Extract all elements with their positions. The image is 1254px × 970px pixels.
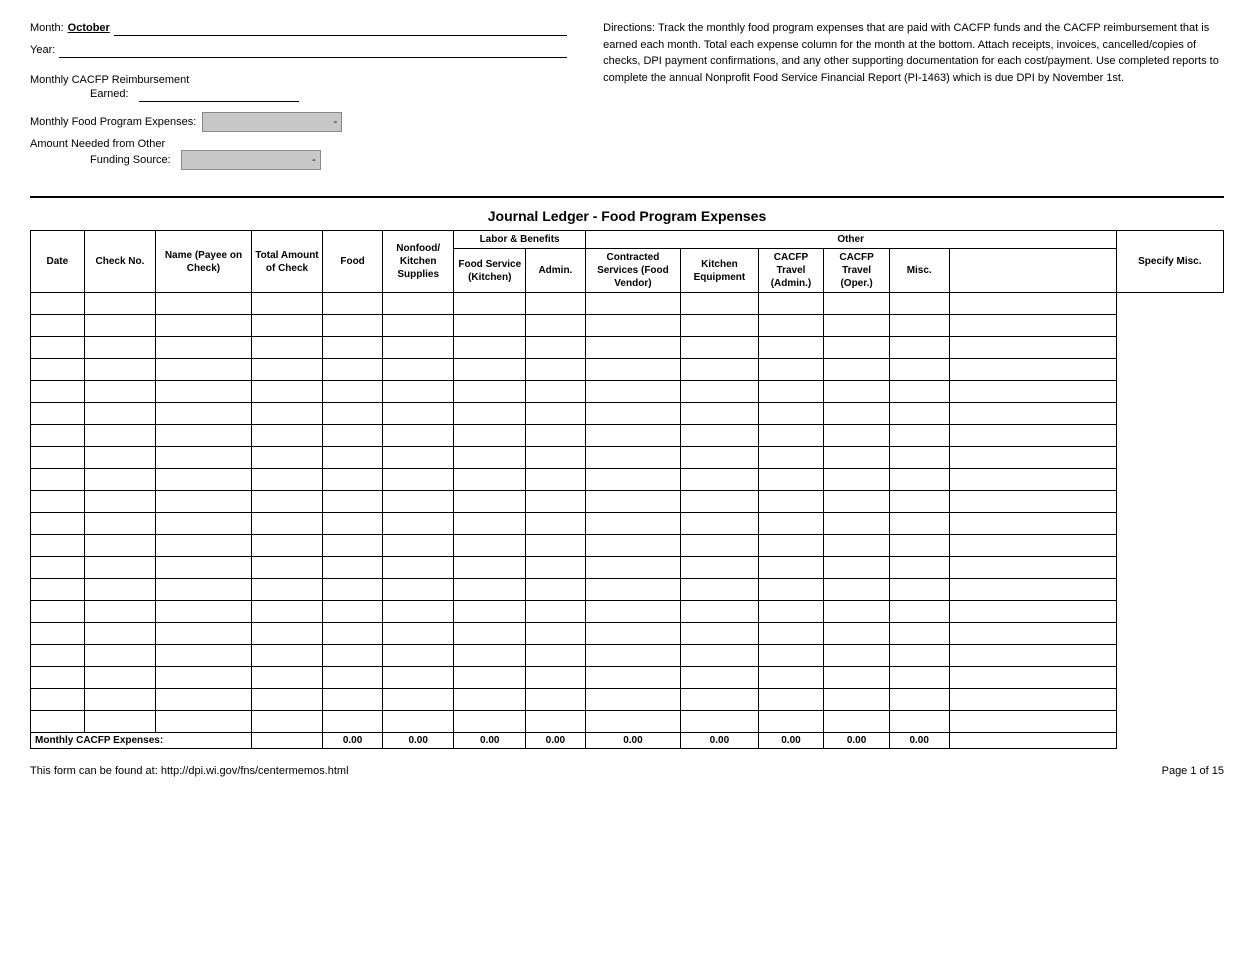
- footer-admin: 0.00: [526, 733, 586, 749]
- reimbursement-label: Monthly CACFP Reimbursement: [30, 74, 189, 86]
- table-row: [31, 513, 1224, 535]
- other-funding-value: -: [181, 150, 321, 170]
- col-group-labor: Labor & Benefits: [454, 231, 585, 249]
- table-row: [31, 623, 1224, 645]
- table-row: [31, 447, 1224, 469]
- col-header-contracted: Contracted Services (Food Vendor): [585, 249, 680, 293]
- footer-food: 0.00: [323, 733, 383, 749]
- table-row: [31, 315, 1224, 337]
- table-row: [31, 293, 1224, 315]
- table-row: [31, 337, 1224, 359]
- other-funding-sublabel: Funding Source:: [90, 154, 171, 166]
- footer-contracted: 0.00: [585, 733, 680, 749]
- footer-cacfp-admin: 0.00: [758, 733, 824, 749]
- year-label: Year:: [30, 44, 55, 56]
- footer-kitchen-equip: 0.00: [681, 733, 759, 749]
- table-row: [31, 491, 1224, 513]
- table-row: [31, 359, 1224, 381]
- footer-nonfood: 0.00: [382, 733, 454, 749]
- col-header-nonfood: Nonfood/ Kitchen Supplies: [382, 231, 454, 293]
- footer-right: Page 1 of 15: [1162, 765, 1224, 777]
- col-header-cacfp-oper: CACFP Travel (Oper.): [824, 249, 890, 293]
- col-header-misc: Misc.: [889, 249, 949, 293]
- table-row: [31, 425, 1224, 447]
- other-funding-label: Amount Needed from Other: [30, 138, 165, 150]
- footer-total-blank: [251, 733, 323, 749]
- table-row: [31, 689, 1224, 711]
- footer-label: Monthly CACFP Expenses:: [31, 733, 252, 749]
- footer-left: This form can be found at: http://dpi.wi…: [30, 765, 349, 777]
- table-row: [31, 557, 1224, 579]
- expenses-value: -: [202, 112, 342, 132]
- table-row: [31, 469, 1224, 491]
- col-header-food: Food: [323, 231, 383, 293]
- col-header-cacfp-admin: CACFP Travel (Admin.): [758, 249, 824, 293]
- col-group-other: Other: [585, 231, 1116, 249]
- table-row: [31, 667, 1224, 689]
- table-row: [31, 535, 1224, 557]
- journal-title: Journal Ledger - Food Program Expenses: [30, 208, 1224, 224]
- instructions-panel: Directions: Track the monthly food progr…: [603, 20, 1224, 176]
- month-value: October: [68, 22, 110, 34]
- col-header-specmisc: Specify Misc.: [1116, 231, 1223, 293]
- footer-row: Monthly CACFP Expenses: 0.00 0.00 0.00 0…: [31, 733, 1224, 749]
- col-header-date: Date: [31, 231, 85, 293]
- col-header-total: Total Amount of Check: [251, 231, 323, 293]
- col-header-admin: Admin.: [526, 249, 586, 293]
- month-label: Month:: [30, 22, 64, 34]
- instructions-text: Directions: Track the monthly food progr…: [603, 20, 1224, 86]
- footer-cacfp-oper: 0.00: [824, 733, 890, 749]
- section-divider: [30, 196, 1224, 198]
- reimbursement-sublabel: Earned:: [90, 88, 129, 100]
- table-row: [31, 645, 1224, 667]
- footer-food-service: 0.00: [454, 733, 526, 749]
- footer-specmisc-blank: [949, 733, 1116, 749]
- col-header-name: Name (Payee on Check): [156, 231, 251, 293]
- page-footer: This form can be found at: http://dpi.wi…: [30, 765, 1224, 777]
- footer-misc: 0.00: [889, 733, 949, 749]
- col-header-food-service: Food Service (Kitchen): [454, 249, 526, 293]
- table-row: [31, 601, 1224, 623]
- table-row: [31, 381, 1224, 403]
- ledger-table: Date Check No. Name (Payee on Check) Tot…: [30, 230, 1224, 749]
- expenses-label: Monthly Food Program Expenses:: [30, 116, 196, 128]
- table-row: [31, 403, 1224, 425]
- col-header-kitchen-equip: Kitchen Equipment: [681, 249, 759, 293]
- table-row: [31, 711, 1224, 733]
- table-row: [31, 579, 1224, 601]
- left-form: Month: October Year: Monthly CACFP Reimb…: [30, 20, 567, 176]
- col-header-check-no: Check No.: [84, 231, 156, 293]
